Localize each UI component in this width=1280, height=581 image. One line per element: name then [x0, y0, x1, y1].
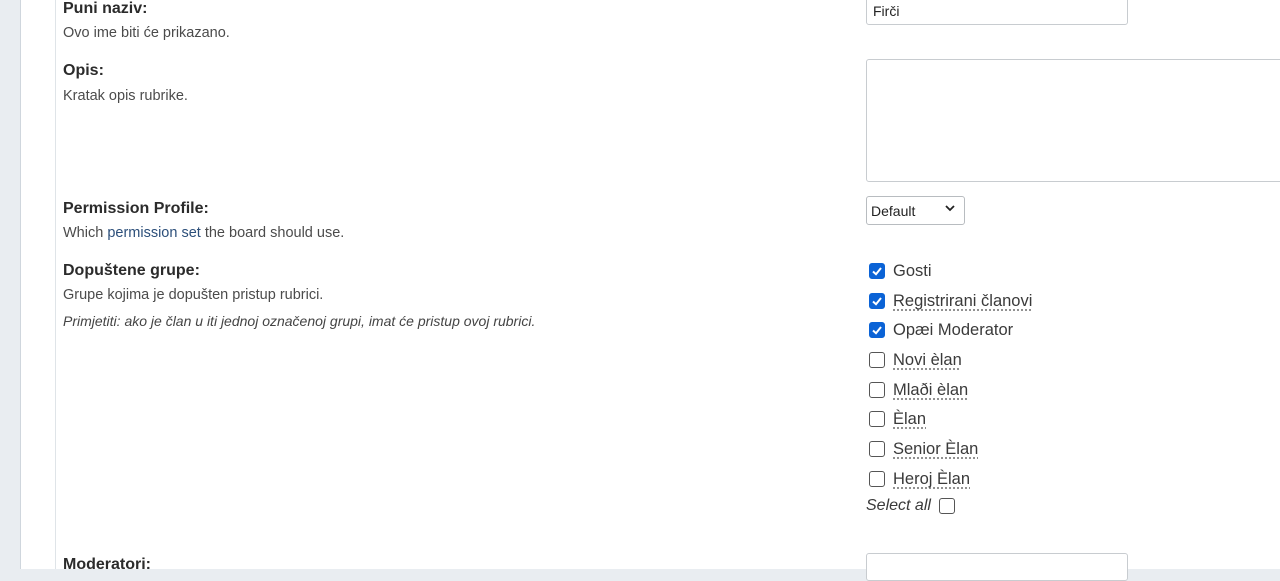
description-title: Opis: [63, 62, 104, 79]
full-name-input[interactable] [866, 0, 1128, 25]
group-checkbox[interactable] [869, 322, 885, 338]
full-name-description: Ovo ime biti će prikazano. [63, 25, 230, 41]
select-all-checkbox[interactable] [938, 498, 955, 514]
group-row[interactable]: Opæi Moderator [869, 318, 1013, 342]
select-all-label: Select all [866, 497, 931, 514]
group-checkbox[interactable] [869, 352, 885, 368]
group-label[interactable]: Mlaði èlan [893, 381, 968, 400]
allowed-groups-description: Grupe kojima je dopušten pristup rubrici… [63, 287, 324, 303]
permission-description-suffix: the board should use. [200, 225, 345, 241]
permission-set-link[interactable]: permission set [107, 225, 200, 241]
chevron-down-icon [945, 205, 955, 212]
group-checkbox[interactable] [869, 411, 885, 427]
allowed-groups-title: Dopuštene grupe: [63, 262, 200, 279]
left-gutter [0, 0, 20, 569]
group-label[interactable]: Registrirani članovi [893, 292, 1032, 311]
group-row[interactable]: Mlaði èlan [869, 378, 968, 402]
group-label[interactable]: Senior Èlan [893, 440, 978, 459]
group-checkbox[interactable] [869, 382, 885, 398]
group-row[interactable]: Registrirani članovi [869, 289, 1032, 313]
moderators-input[interactable] [866, 553, 1128, 581]
panel-divider [55, 0, 56, 569]
checkmark-icon [872, 326, 882, 335]
group-label[interactable]: Novi èlan [893, 351, 962, 370]
permission-profile-selected: Default [871, 203, 916, 219]
group-checkbox[interactable] [869, 471, 885, 487]
group-row[interactable]: Novi èlan [869, 348, 962, 372]
group-label[interactable]: Heroj Èlan [893, 470, 970, 489]
moderators-title: Moderatori: [63, 556, 151, 573]
group-row[interactable]: Èlan [869, 407, 926, 431]
description-help: Kratak opis rubrike. [63, 88, 188, 104]
permission-profile-description: Which permission set the board should us… [63, 225, 344, 241]
select-all[interactable]: Select all [866, 497, 963, 515]
group-label[interactable]: Èlan [893, 410, 926, 429]
allowed-groups-note: Primjetiti: ako je član u iti jednoj ozn… [63, 313, 536, 329]
group-checkbox[interactable] [869, 293, 885, 309]
checkmark-icon [872, 297, 882, 306]
full-name-title: Puni naziv: [63, 0, 148, 17]
group-checkbox[interactable] [869, 263, 885, 279]
group-row[interactable]: Heroj Èlan [869, 467, 970, 491]
group-checkbox[interactable] [869, 441, 885, 457]
permission-description-prefix: Which [63, 225, 108, 241]
checkmark-icon [872, 267, 882, 276]
group-row[interactable]: Gosti [869, 259, 932, 283]
permission-profile-title: Permission Profile: [63, 200, 209, 217]
group-label[interactable]: Gosti [893, 262, 932, 281]
group-row[interactable]: Senior Èlan [869, 437, 978, 461]
permission-profile-select[interactable]: Default [866, 196, 965, 225]
description-textarea[interactable] [866, 59, 1280, 182]
group-label[interactable]: Opæi Moderator [893, 321, 1013, 340]
